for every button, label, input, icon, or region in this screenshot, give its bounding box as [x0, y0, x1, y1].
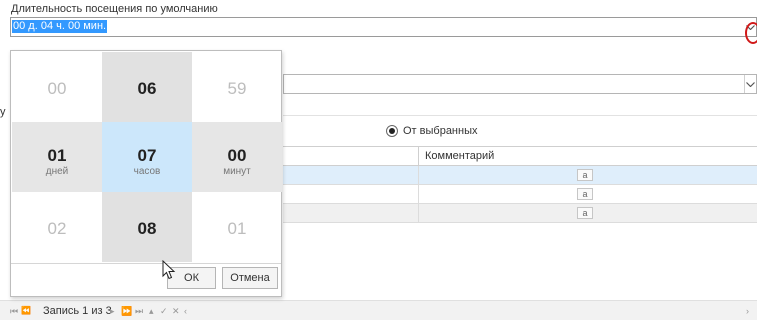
hours-current-value: 07 — [137, 146, 157, 165]
cancel-button[interactable]: Отмена — [222, 267, 278, 289]
scroll-left-icon[interactable]: ‹ — [184, 305, 187, 317]
hours-unit-label: часов — [133, 166, 161, 177]
days-current-cell[interactable]: 01 дней — [12, 122, 102, 192]
duration-field-label: Длительность посещения по умолчанию — [11, 3, 218, 15]
days-prev-value: 00 — [47, 79, 67, 98]
duration-picker-popup: 00 06 59 01 дней 07 часов 00 минут 02 08… — [10, 50, 282, 297]
first-page-icon[interactable]: ⏮ — [10, 305, 18, 317]
comment-edit-button[interactable]: a — [577, 207, 593, 219]
comment-edit-button[interactable]: a — [577, 188, 593, 200]
comment-cell[interactable]: a — [418, 185, 757, 203]
next-page-group-icon[interactable]: ⏩ — [121, 305, 132, 317]
secondary-select[interactable] — [283, 74, 757, 94]
scroll-right-icon[interactable]: › — [746, 305, 749, 317]
mouse-pointer-icon — [162, 260, 176, 280]
days-prev-cell[interactable]: 00 — [12, 52, 102, 122]
prev-page-group-icon[interactable]: ⏪ — [21, 305, 31, 317]
minutes-unit-label: минут — [223, 166, 251, 177]
add-record-icon[interactable]: ▴ — [149, 305, 154, 317]
radio-option-label[interactable]: От выбранных — [403, 125, 478, 137]
minutes-current-value: 00 — [227, 146, 247, 165]
days-next-cell[interactable]: 02 — [12, 192, 102, 262]
grid-header: Комментарий — [283, 146, 757, 166]
last-page-icon[interactable]: ⏭ — [135, 305, 143, 317]
hours-current-cell[interactable]: 07 часов — [102, 122, 192, 192]
pager-status: Запись 1 из 3 — [43, 305, 112, 317]
section-divider — [283, 115, 757, 116]
days-unit-label: дней — [45, 166, 69, 177]
comment-cell[interactable]: a — [418, 204, 757, 222]
minutes-next-cell[interactable]: 01 — [192, 192, 282, 262]
minutes-current-cell[interactable]: 00 минут — [192, 122, 282, 192]
duration-value[interactable]: 00 д. 04 ч. 00 мин. — [12, 20, 108, 33]
hours-next-value: 08 — [137, 219, 157, 238]
table-row[interactable]: a — [283, 204, 757, 223]
chevron-down-icon — [746, 82, 755, 87]
duration-input[interactable]: 00 д. 04 ч. 00 мин. — [10, 17, 757, 37]
confirm-icon[interactable]: ✓ — [160, 305, 168, 317]
delete-icon[interactable]: ✕ — [172, 305, 180, 317]
picker-divider — [11, 263, 281, 264]
radio-button-selected[interactable] — [386, 125, 398, 137]
table-row[interactable]: a — [283, 166, 757, 185]
grid-header-comment[interactable]: Комментарий — [418, 147, 494, 165]
hours-next-cell[interactable]: 08 — [102, 192, 192, 262]
partial-label: у — [0, 106, 6, 118]
dropdown-highlight-circle — [745, 22, 757, 44]
next-page-icon[interactable]: ▸ — [110, 305, 115, 317]
pager-bar: ⏮ ⏪ ◀ Запись 1 из 3 ▸ ⏩ ⏭ ▴ ✓ ✕ ‹ › — [0, 300, 757, 320]
days-current-value: 01 — [47, 146, 67, 165]
comment-edit-button[interactable]: a — [577, 169, 593, 181]
days-next-value: 02 — [47, 219, 67, 238]
minutes-prev-value: 59 — [227, 79, 247, 98]
table-row[interactable]: a — [283, 185, 757, 204]
minutes-prev-cell[interactable]: 59 — [192, 52, 282, 122]
records-grid: Комментарий a a a — [283, 146, 757, 223]
hours-prev-value: 06 — [137, 79, 157, 98]
comment-cell[interactable]: a — [418, 166, 757, 184]
secondary-select-dropdown-button[interactable] — [744, 75, 756, 93]
radio-option-row[interactable]: От выбранных — [283, 122, 757, 142]
hours-prev-cell[interactable]: 06 — [102, 52, 192, 122]
minutes-next-value: 01 — [227, 219, 247, 238]
